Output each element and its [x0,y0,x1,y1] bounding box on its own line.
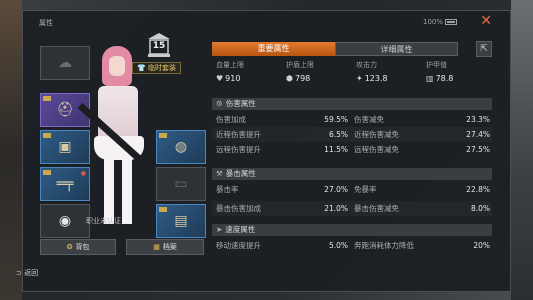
battery-icon [445,19,458,25]
battery-status: 100% [423,18,458,26]
speed-section-icon: ➤ [216,225,223,234]
attr-value: 20% [473,241,490,250]
armor-icon: ▥ [426,74,434,83]
share-icon[interactable]: ⇱ [476,41,492,57]
critical-section-icon: ⚒ [216,169,223,178]
character-leg-right [122,158,132,224]
top-stats: 血量上限 ♥ 910 护盾上限 ⬢ 798 攻击力 ✦ 123.8 护甲值 ▥ 78.8 [212,58,492,88]
attr-value: 11.5% [324,145,348,154]
section-title: 暴击属性 [225,169,256,178]
attribute-tabs: 重要属性 详细属性 [212,42,458,56]
profile-icon: ▦ [153,243,160,251]
attr-value: 23.3% [466,115,490,124]
title-bar: 属性 100% ✕ [23,11,510,33]
slot-tag-icon [159,133,167,138]
slot-tag-icon [43,133,51,138]
attr-row: 近程伤害提升 6.5% 近程伤害减免 27.4% [212,127,492,142]
attr-name: 近程伤害提升 [216,130,261,139]
attr-name: 免暴率 [354,185,377,194]
tab-detailed-attributes[interactable]: 详细属性 [335,42,458,56]
equip-slot-belt[interactable]: ◍ [156,130,206,164]
shield-icon: ⬢ [286,74,293,83]
attr-value: 27.5% [466,145,490,154]
level-number: 15 [152,41,166,51]
damage-section-icon: ⚙ [216,99,223,108]
stat-shield: 护盾上限 ⬢ 798 [282,58,352,88]
stat-value: 910 [225,74,241,83]
section-title: 伤害属性 [225,99,256,108]
level-badge: 15 [147,32,171,58]
attr-value: 27.4% [466,130,490,139]
back-label: 返回 [24,269,39,277]
slot-tag-icon [43,170,51,175]
outfit-icon: 👕 [137,64,146,72]
backpack-label: 背包 [75,243,90,251]
attr-name: 暴击伤害减免 [354,204,399,213]
attr-value: 8.0% [470,204,490,213]
belt-icon: ◍ [174,139,188,155]
background-right [511,0,533,300]
character-face [109,56,125,76]
attr-name: 移动速度提升 [216,241,261,250]
attr-value: 5.0% [328,241,348,250]
slot-tag-icon [159,207,167,212]
section-title: 速度属性 [225,225,256,234]
attr-name: 远程伤害提升 [216,145,261,154]
equip-slot-backpack[interactable]: ▤ [156,204,206,238]
stat-armor: 护甲值 ▥ 78.8 [422,58,492,88]
attack-icon: ✦ [356,74,363,83]
attr-row: 暴击率 27.0% 免暴率 22.8% [212,182,492,197]
attr-value: 6.5% [328,130,348,139]
attr-name: 近程伤害减免 [354,130,399,139]
attr-row: 伤害加成 59.5% 伤害减免 23.3% [212,112,492,127]
heart-icon: ♥ [216,74,224,83]
attr-value: 22.8% [466,185,490,194]
attr-value: 59.5% [324,115,348,124]
tab-important-attributes[interactable]: 重要属性 [212,42,335,56]
backpack-button[interactable]: ❂ 背包 [40,239,116,255]
equip-slot-empty[interactable]: ▭ [156,167,206,201]
slot-tag-icon [43,96,51,101]
window-title: 属性 [39,19,53,27]
attr-row: 远程伤害提升 11.5% 远程伤害减免 27.5% [212,142,492,157]
stat-label: 血量上限 [216,61,244,69]
section-damage: ⚙ 伤害属性 [212,98,492,110]
background-left [0,0,22,300]
bag-item-icon: ▤ [174,213,188,229]
section-critical: ⚒ 暴击属性 [212,168,492,180]
stat-label: 攻击力 [356,61,377,69]
stat-value: 798 [294,74,311,83]
empty-slot-icon: ▭ [174,176,188,192]
profile-button[interactable]: ▦ 档案 [126,239,204,255]
attr-value: 21.0% [324,204,348,213]
stat-hp: 血量上限 ♥ 910 [212,58,282,88]
temp-outfit-tag[interactable]: 👕 临时套装 [132,62,181,74]
temp-outfit-label: 临时套装 [147,64,176,72]
stat-label: 护甲值 [426,61,447,69]
attr-row: 暴击伤害加成 21.0% 暴击伤害减免 8.0% [212,201,492,216]
close-icon[interactable]: ✕ [480,14,492,28]
attr-row: 移动速度提升 5.0% 奔跑消耗体力降低 20% [212,238,492,253]
battery-percent: 100% [423,18,444,26]
attr-name: 暴击伤害加成 [216,204,261,213]
attr-value: 27.0% [324,185,348,194]
attr-name: 暴击率 [216,185,239,194]
stat-value: 123.8 [364,74,388,83]
certification-status: 职业未认证 [86,217,121,225]
attr-name: 奔跑消耗体力降低 [354,241,414,250]
attr-name: 伤害加成 [216,115,246,124]
back-arrow-icon: ⊃ [16,269,22,277]
section-speed: ➤ 速度属性 [212,224,492,236]
stat-label: 护盾上限 [286,61,314,69]
stat-attack: 攻击力 ✦ 123.8 [352,58,422,88]
backpack-icon: ❂ [66,243,73,251]
attr-name: 伤害减免 [354,115,384,124]
character-leg-left [104,158,114,224]
back-button[interactable]: ⊃ 返回 [16,268,38,278]
attr-name: 远程伤害减免 [354,145,399,154]
profile-label: 档案 [162,243,177,251]
stat-value: 78.8 [435,74,454,83]
